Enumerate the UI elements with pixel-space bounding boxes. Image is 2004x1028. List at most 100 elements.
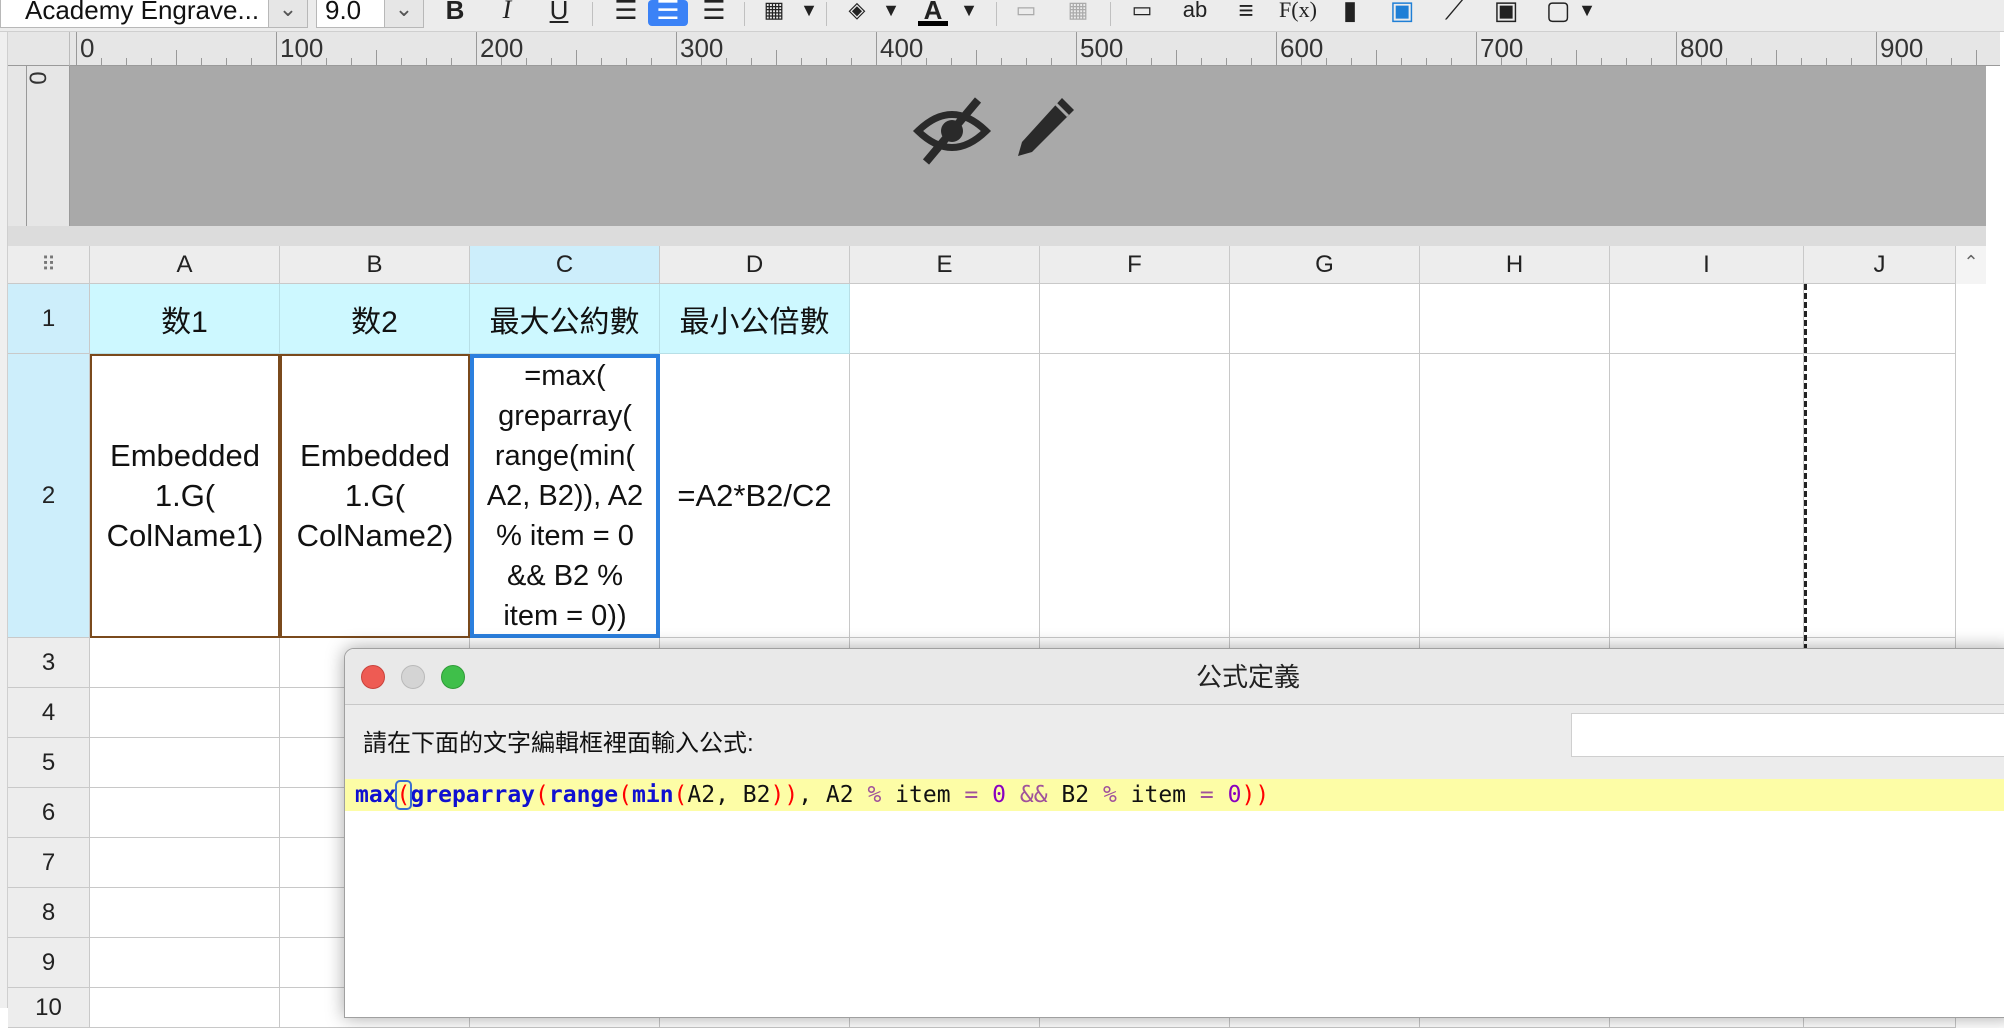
font-name-combo[interactable]: Academy Engrave... [0,0,270,28]
chevron-down-icon[interactable]: ▼ [880,0,902,26]
cell-a3[interactable] [90,638,280,688]
column-header-c[interactable]: C [470,246,660,284]
cell-i2[interactable] [1610,354,1804,638]
toolbar-divider [592,2,593,26]
vertical-ruler[interactable] [8,66,70,226]
align-left-icon[interactable]: ☰ [610,0,642,26]
cell-a9[interactable] [90,938,280,988]
row-header-10[interactable]: 10 [8,988,90,1028]
text-field-icon[interactable]: ▭ [1126,0,1158,26]
cell-e1[interactable] [850,284,1040,354]
cell-j1[interactable] [1804,284,1956,354]
ruler-minor-tick [1801,58,1802,65]
cell-a4[interactable] [90,688,280,738]
chevron-down-icon[interactable]: ⌄ [268,0,308,28]
paragraph-icon[interactable]: ≡ [1230,0,1262,26]
image-icon[interactable]: ▣ [1386,0,1418,26]
eye-slash-icon[interactable] [912,96,992,166]
ruler-minor-tick [1351,58,1352,65]
cell-a2[interactable]: Embedded 1.G( ColName1) [90,354,280,638]
align-right-icon[interactable]: ☰ [698,0,730,26]
border-icon[interactable]: ▦ [758,0,790,26]
label-button[interactable]: ab [1178,0,1212,26]
chevron-down-icon[interactable]: ▼ [798,0,820,26]
cell-d1[interactable]: 最小公倍數 [660,284,850,354]
cell-c2[interactable]: =max( greparray( range(min( A2, B2)), A2… [470,354,660,638]
bold-button[interactable]: B [442,0,468,26]
cell-a7[interactable] [90,838,280,888]
formula-token [1214,782,1228,808]
ruler-major-tick [1876,32,1877,65]
column-header-f[interactable]: F [1040,246,1230,284]
column-header-b[interactable]: B [280,246,470,284]
column-header-j[interactable]: J [1804,246,1956,284]
horizontal-ruler[interactable]: 0 100 200 300 400 500 600 700 800 900 [70,32,2000,66]
column-header-h[interactable]: H [1420,246,1610,284]
row-header-9[interactable]: 9 [8,938,90,988]
cell-c1[interactable]: 最大公約數 [470,284,660,354]
row-header-3[interactable]: 3 [8,638,90,688]
column-header-a[interactable]: A [90,246,280,284]
cell-f2[interactable] [1040,354,1230,638]
cell-a8[interactable] [90,888,280,938]
cell-b2[interactable]: Embedded 1.G( ColName2) [280,354,470,638]
row-header-4[interactable]: 4 [8,688,90,738]
cell-a5[interactable] [90,738,280,788]
cell-a10[interactable] [90,988,280,1028]
table-icon[interactable]: ▦ [1062,0,1094,26]
cell-g2[interactable] [1230,354,1420,638]
formula-token: % [1102,782,1117,808]
cell-h1[interactable] [1420,284,1610,354]
formula-line[interactable]: max(greparray(range(min(A2, B2)), A2 % i… [345,779,2004,811]
italic-button[interactable]: I [494,0,520,26]
scroll-up-icon[interactable]: ⌃ [1956,246,1986,284]
formula-token: min [632,782,674,808]
fill-color-icon[interactable]: ◈ [840,0,874,26]
cell-f1[interactable] [1040,284,1230,354]
formula-button[interactable]: F(x) [1278,0,1318,26]
cell-a1[interactable]: 数1 [90,284,280,354]
row-header-6[interactable]: 6 [8,788,90,838]
row-header-8[interactable]: 8 [8,888,90,938]
formula-token: 0 [1227,782,1242,808]
select-all-corner[interactable]: ⠿ [8,246,90,284]
underline-button[interactable]: U [546,0,572,26]
ruler-minor-tick [1151,58,1152,65]
picture-icon[interactable]: ▣ [1490,0,1522,26]
line-icon[interactable]: ⟋ [1438,0,1470,26]
ruler-minor-tick [451,58,452,65]
cell-i1[interactable] [1610,284,1804,354]
page-header-band [70,66,1986,226]
column-header-g[interactable]: G [1230,246,1420,284]
cell-a6[interactable] [90,788,280,838]
formula-token: && [1019,782,1048,808]
cell-j2[interactable] [1804,354,1956,638]
column-header-e[interactable]: E [850,246,1040,284]
cell-b1[interactable]: 数2 [280,284,470,354]
row-header-1[interactable]: 1 [8,284,90,354]
dialog-title-bar[interactable]: 公式定義 [345,649,2004,705]
row-header-7[interactable]: 7 [8,838,90,888]
ruler-minor-tick [301,58,302,65]
column-header-d[interactable]: D [660,246,850,284]
chevron-down-icon[interactable]: ▼ [958,0,980,26]
book-icon[interactable]: ▭ [1010,0,1042,26]
row-header-2[interactable]: 2 [8,354,90,638]
cell-d2[interactable]: =A2*B2/C2 [660,354,850,638]
column-header-i[interactable]: I [1610,246,1804,284]
cell-e2[interactable] [850,354,1040,638]
dialog-search-field[interactable] [1571,713,2004,757]
ruler-minor-tick [1701,58,1702,65]
header-band-border [8,226,1986,246]
pencil-icon[interactable] [1010,92,1080,162]
frame-icon[interactable]: ▢ [1542,0,1574,26]
font-color-button[interactable]: A [918,0,948,26]
cell-g1[interactable] [1230,284,1420,354]
formula-editor[interactable]: max(greparray(range(min(A2, B2)), A2 % i… [345,779,2004,1017]
chevron-down-icon[interactable]: ▼ [1576,0,1598,26]
row-header-5[interactable]: 5 [8,738,90,788]
bar-chart-icon[interactable]: ▮ [1334,0,1366,26]
ruler-minor-tick [151,58,152,65]
chevron-down-icon[interactable]: ⌄ [384,0,424,28]
cell-h2[interactable] [1420,354,1610,638]
